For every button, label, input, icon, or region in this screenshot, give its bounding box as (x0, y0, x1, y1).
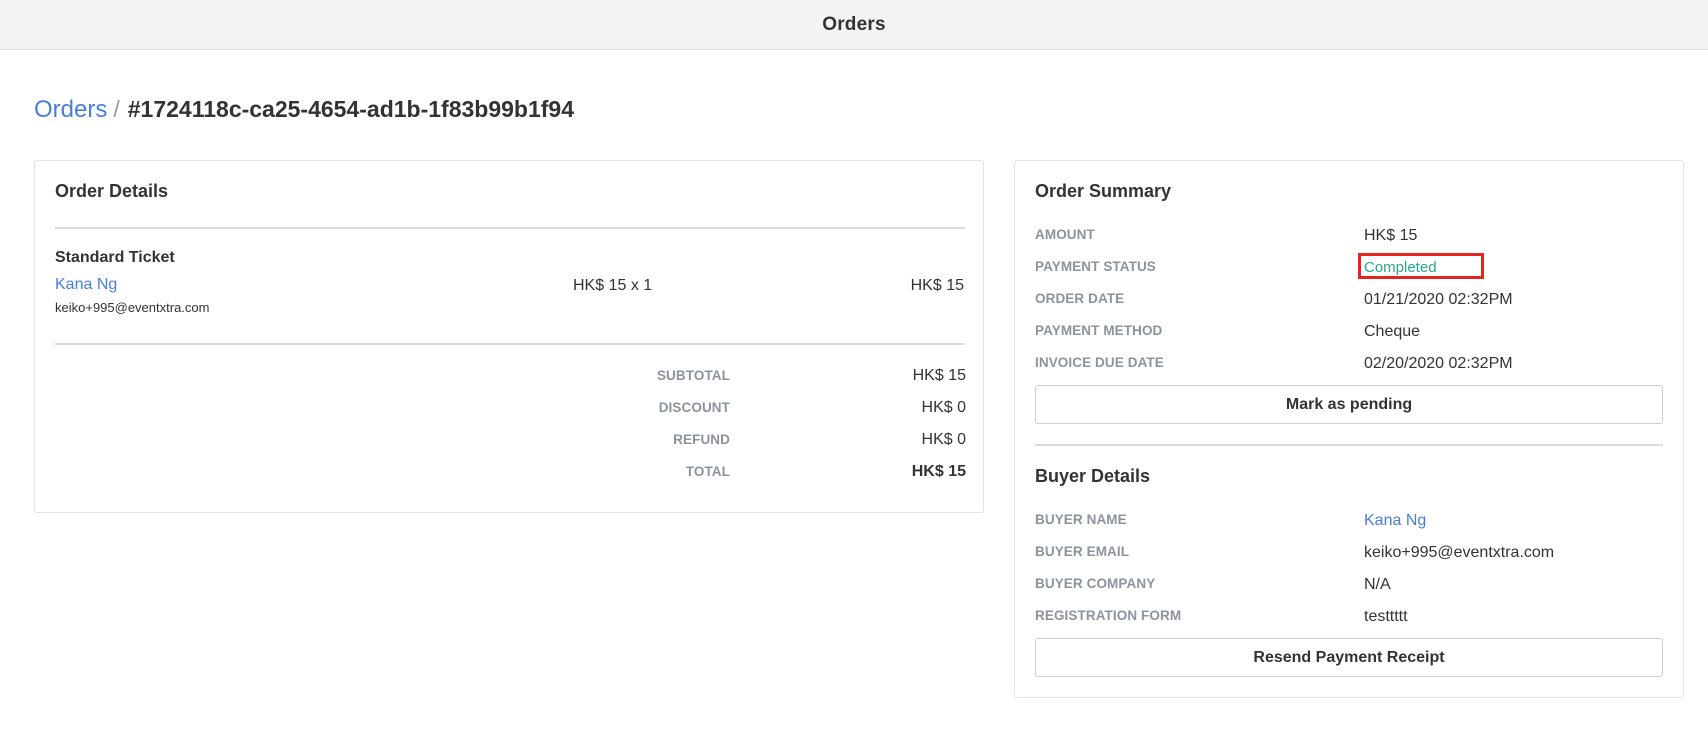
invoice-due-date-row: INVOICE DUE DATE 02/20/2020 02:32PM (1035, 355, 1665, 377)
resend-payment-receipt-button[interactable]: Resend Payment Receipt (1035, 638, 1663, 677)
order-date-value: 01/21/2020 02:32PM (1364, 291, 1513, 308)
page-header-title: Orders (822, 13, 886, 35)
payment-method-value: Cheque (1364, 323, 1421, 340)
buyer-company-row: BUYER COMPANY N/A (1035, 576, 1665, 598)
registration-form-row: REGISTRATION FORM testtttt (1035, 608, 1665, 630)
buyer-name-row: BUYER NAME Kana Ng (1035, 512, 1665, 534)
breadcrumb-separator: / (113, 96, 120, 122)
total-row: TOTAL HK$ 15 (35, 463, 985, 485)
registration-form-value: testtttt (1364, 608, 1408, 625)
discount-value: HK$ 0 (921, 399, 966, 416)
buyer-email-value: keiko+995@eventxtra.com (1364, 544, 1555, 561)
invoice-due-date-value: 02/20/2020 02:32PM (1364, 355, 1513, 372)
total-value: HK$ 15 (911, 463, 966, 480)
order-details-panel: Order Details Standard Ticket Kana Ng ke… (34, 160, 984, 513)
ticket-price-quantity: HK$ 15 x 1 (573, 277, 653, 294)
order-details-divider-top (55, 227, 965, 229)
subtotal-label: SUBTOTAL (656, 368, 730, 383)
attendee-name-link[interactable]: Kana Ng (55, 276, 117, 294)
invoice-due-date-label: INVOICE DUE DATE (1035, 355, 1164, 370)
attendee-email: keiko+995@eventxtra.com (55, 300, 210, 315)
mark-as-pending-button[interactable]: Mark as pending (1035, 385, 1663, 424)
top-bar: Orders (0, 0, 1708, 50)
total-label: TOTAL (685, 464, 730, 479)
discount-label: DISCOUNT (658, 400, 730, 415)
ticket-line-total: HK$ 15 (910, 277, 964, 294)
buyer-details-title: Buyer Details (1035, 466, 1151, 486)
order-details-title: Order Details (55, 181, 169, 201)
registration-form-label: REGISTRATION FORM (1035, 608, 1182, 623)
payment-method-row: PAYMENT METHOD Cheque (1035, 323, 1665, 345)
payment-status-row: PAYMENT STATUS Completed (1035, 253, 1665, 281)
breadcrumb-orders-link[interactable]: Orders (34, 96, 107, 124)
buyer-email-row: BUYER EMAIL keiko+995@eventxtra.com (1035, 544, 1665, 566)
refund-label: REFUND (673, 432, 730, 447)
payment-status-value: Completed (1364, 259, 1437, 276)
order-details-divider-bottom (55, 343, 965, 345)
amount-label: AMOUNT (1035, 227, 1095, 242)
amount-row: AMOUNT HK$ 15 (1035, 227, 1665, 249)
payment-method-label: PAYMENT METHOD (1035, 323, 1163, 338)
breadcrumb: Orders / #1724118c-ca25-4654-ad1b-1f83b9… (34, 96, 574, 124)
amount-value: HK$ 15 (1364, 227, 1418, 244)
ticket-name: Standard Ticket (55, 249, 175, 266)
subtotal-row: SUBTOTAL HK$ 15 (35, 367, 985, 389)
order-summary-title: Order Summary (1035, 181, 1172, 201)
order-summary-panel: Order Summary AMOUNT HK$ 15 PAYMENT STAT… (1014, 160, 1684, 698)
payment-status-label: PAYMENT STATUS (1035, 259, 1156, 274)
order-date-label: ORDER DATE (1035, 291, 1125, 306)
discount-row: DISCOUNT HK$ 0 (35, 399, 985, 421)
refund-value: HK$ 0 (921, 431, 966, 448)
buyer-name-link[interactable]: Kana Ng (1364, 512, 1426, 530)
subtotal-value: HK$ 15 (912, 367, 966, 384)
buyer-name-label: BUYER NAME (1035, 512, 1127, 527)
summary-divider (1035, 444, 1663, 446)
buyer-company-label: BUYER COMPANY (1035, 576, 1156, 591)
buyer-email-label: BUYER EMAIL (1035, 544, 1130, 559)
buyer-company-value: N/A (1364, 576, 1391, 593)
order-date-row: ORDER DATE 01/21/2020 02:32PM (1035, 291, 1665, 313)
refund-row: REFUND HK$ 0 (35, 431, 985, 453)
order-id-title: #1724118c-ca25-4654-ad1b-1f83b99b1f94 (127, 96, 575, 122)
